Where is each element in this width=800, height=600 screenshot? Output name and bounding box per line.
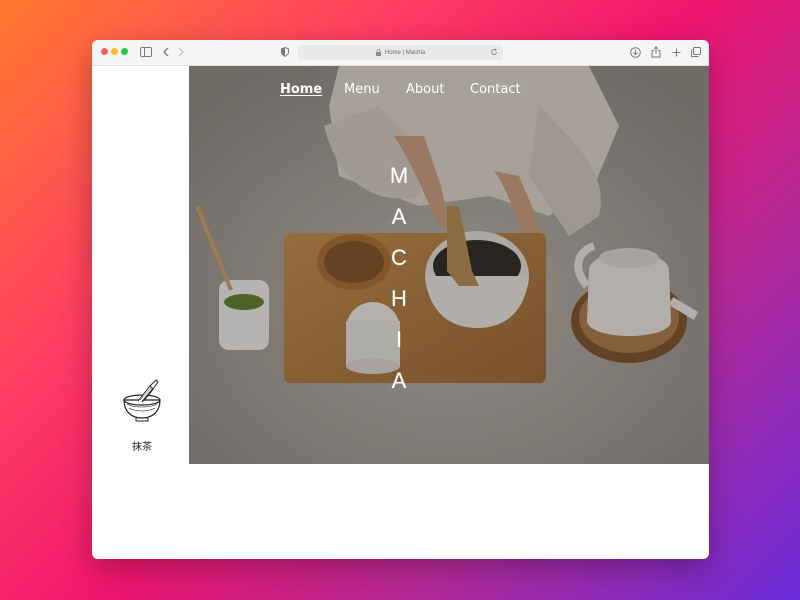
forward-arrow-icon[interactable]: [176, 45, 186, 59]
browser-toolbar: Home | Machia: [92, 40, 709, 66]
minimize-window-button[interactable]: [111, 48, 118, 55]
brand-letter: A: [391, 368, 407, 393]
nav-link-contact[interactable]: Contact: [470, 82, 521, 97]
tab-overview-icon[interactable]: [691, 45, 701, 59]
browser-window: Home | Machia Home Menu About Contact M …: [92, 40, 709, 559]
back-arrow-icon[interactable]: [160, 45, 170, 59]
lock-icon: [375, 49, 382, 56]
download-icon[interactable]: [630, 45, 641, 59]
brand-letter: C: [391, 245, 407, 270]
nav-link-about[interactable]: About: [406, 82, 444, 97]
address-text: Home | Machia: [384, 49, 426, 56]
brand-letter: A: [391, 204, 407, 229]
nav-link-menu[interactable]: Menu: [344, 82, 380, 97]
brand-letter: M: [389, 163, 409, 188]
main-navigation: Home Menu About Contact: [189, 82, 709, 100]
privacy-shield-icon[interactable]: [280, 45, 290, 59]
logo-label: 抹茶: [132, 442, 152, 453]
site-logo[interactable]: 抹茶: [114, 378, 170, 453]
hero-dark-overlay: [189, 66, 709, 464]
sidebar-toggle-icon[interactable]: [139, 45, 153, 59]
share-icon[interactable]: [650, 45, 661, 59]
address-bar[interactable]: Home | Machia: [298, 45, 503, 60]
new-tab-plus-icon[interactable]: [671, 45, 681, 59]
zoom-window-button[interactable]: [121, 48, 128, 55]
close-window-button[interactable]: [101, 48, 108, 55]
nav-link-home[interactable]: Home: [280, 82, 322, 97]
matcha-bowl-whisk-icon: [123, 379, 161, 422]
hero-section: Home Menu About Contact M A C H I A: [189, 66, 709, 464]
brand-title-vertical: M A C H I A: [383, 164, 415, 410]
brand-letter: H: [391, 286, 407, 311]
brand-letter: I: [395, 327, 403, 352]
reload-icon[interactable]: [490, 48, 498, 56]
